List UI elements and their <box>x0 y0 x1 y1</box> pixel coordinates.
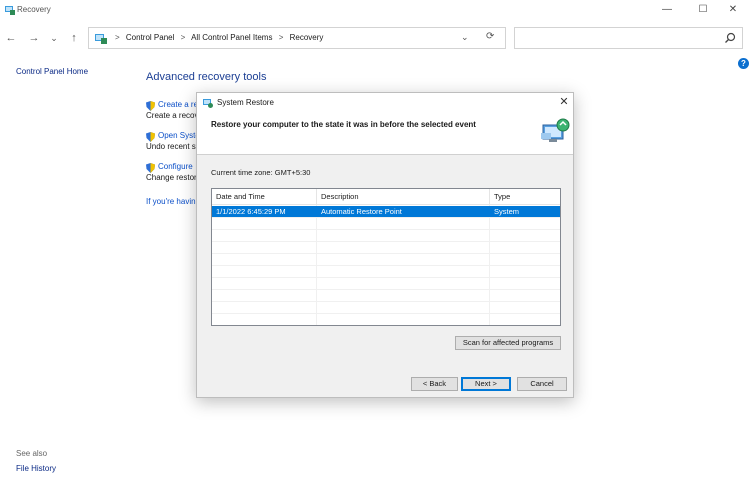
window-title: Recovery <box>17 5 51 14</box>
scan-affected-programs-button[interactable]: Scan for affected programs <box>455 336 561 350</box>
uac-shield-icon <box>146 101 155 111</box>
address-bar[interactable]: > Control Panel > All Control Panel Item… <box>88 27 506 49</box>
control-panel-home-link[interactable]: Control Panel Home <box>16 67 88 76</box>
list-header: Date and Time Description Type ˄ <box>212 189 560 205</box>
file-history-link[interactable]: File History <box>16 464 56 473</box>
dialog-close-button[interactable]: ✕ <box>557 95 571 109</box>
empty-row <box>212 290 560 302</box>
help-icon[interactable]: ? <box>738 58 749 69</box>
see-also-label: See also <box>16 449 48 458</box>
page-title: Advanced recovery tools <box>146 71 267 83</box>
forward-button[interactable]: → <box>26 30 42 46</box>
window-titlebar: Recovery — ☐ ✕ <box>0 0 750 22</box>
tool-description: Change restor <box>146 173 197 182</box>
cell-description: Automatic Restore Point <box>321 207 402 216</box>
dialog-heading: Restore your computer to the state it wa… <box>211 120 476 129</box>
control-panel-icon <box>5 6 15 15</box>
search-input[interactable] <box>514 27 743 49</box>
column-date-and-time[interactable]: Date and Time <box>212 189 317 205</box>
uac-shield-icon <box>146 163 155 173</box>
tool-description: Undo recent sy <box>146 142 200 151</box>
empty-row <box>212 254 560 266</box>
empty-row <box>212 302 560 314</box>
column-type[interactable]: Type <box>490 189 560 205</box>
dialog-title: System Restore <box>217 98 274 107</box>
system-restore-icon <box>203 99 213 108</box>
breadcrumb-all-items[interactable]: All Control Panel Items <box>191 33 272 42</box>
empty-row <box>212 266 560 278</box>
breadcrumb-control-panel[interactable]: Control Panel <box>126 33 174 42</box>
create-recovery-drive-link[interactable]: Create a re <box>158 100 198 109</box>
breadcrumb-separator: > <box>180 33 186 42</box>
current-timezone: Current time zone: GMT+5:30 <box>211 168 311 177</box>
open-system-restore-link[interactable]: Open Syste <box>158 131 200 140</box>
empty-row <box>212 230 560 242</box>
empty-row <box>212 278 560 290</box>
recent-locations-button[interactable]: ⌄ <box>46 30 62 46</box>
empty-row <box>212 242 560 254</box>
dialog-titlebar: System Restore ✕ <box>197 93 573 113</box>
up-button[interactable]: ↑ <box>66 30 82 46</box>
table-row[interactable]: 1/1/2022 6:45:29 PM Automatic Restore Po… <box>212 206 560 218</box>
breadcrumb-separator: > <box>278 33 284 42</box>
control-panel-icon <box>95 34 107 44</box>
system-restore-dialog: System Restore ✕ Restore your computer t… <box>196 92 574 398</box>
sort-ascending-icon: ˄ <box>400 188 405 192</box>
maximize-button[interactable]: ☐ <box>686 0 720 20</box>
back-button[interactable]: < Back <box>411 377 458 391</box>
empty-row <box>212 218 560 230</box>
cell-date: 1/1/2022 6:45:29 PM <box>216 207 286 216</box>
search-icon[interactable] <box>724 32 736 44</box>
breadcrumb-recovery[interactable]: Recovery <box>290 33 324 42</box>
close-button[interactable]: ✕ <box>716 0 750 20</box>
dialog-header: Restore your computer to the state it wa… <box>197 113 573 155</box>
configure-system-restore-link[interactable]: Configure <box>158 162 193 171</box>
system-restore-graphic-icon <box>541 118 570 142</box>
next-button[interactable]: Next > <box>461 377 511 391</box>
breadcrumb-separator: > <box>115 33 120 42</box>
refresh-icon[interactable]: ⟳ <box>486 31 494 42</box>
troubleshoot-link[interactable]: If you're havin <box>146 197 196 206</box>
uac-shield-icon <box>146 132 155 142</box>
restore-points-list[interactable]: Date and Time Description Type ˄ 1/1/202… <box>211 188 561 326</box>
minimize-button[interactable]: — <box>650 0 684 20</box>
chevron-down-icon[interactable]: ⌄ <box>461 32 469 43</box>
breadcrumb: > Control Panel > All Control Panel Item… <box>111 28 323 48</box>
cell-type: System <box>494 207 520 216</box>
cancel-button[interactable]: Cancel <box>517 377 567 391</box>
tool-description: Create a recov <box>146 111 199 120</box>
back-button[interactable]: ← <box>3 30 19 46</box>
